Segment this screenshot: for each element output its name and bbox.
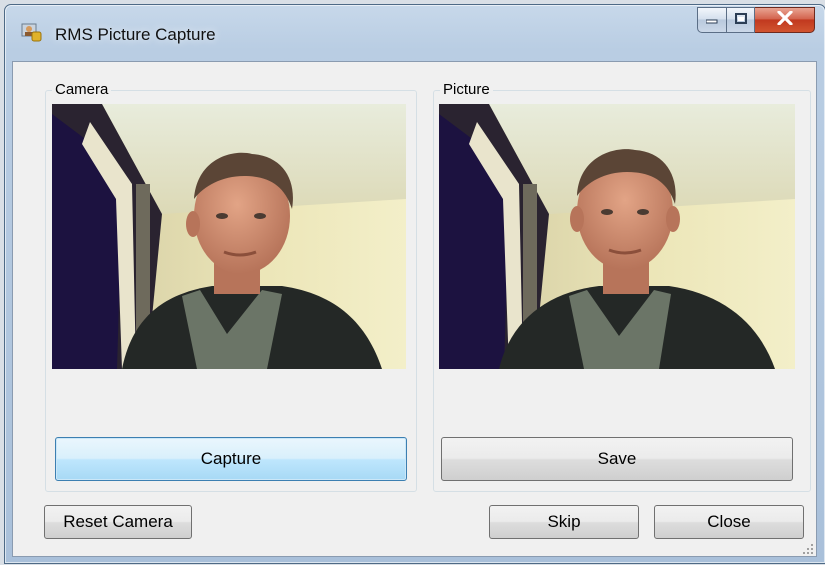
client-area: Camera Capture Picture Save Reset Camera… <box>12 61 817 557</box>
capture-button[interactable]: Capture <box>55 437 407 481</box>
reset-camera-button[interactable]: Reset Camera <box>44 505 192 539</box>
close-button[interactable]: Close <box>654 505 804 539</box>
window-title: RMS Picture Capture <box>55 25 216 44</box>
minimize-icon <box>705 11 718 29</box>
maximize-button[interactable] <box>727 7 755 33</box>
camera-person-icon <box>21 21 43 43</box>
captured-picture <box>439 104 795 369</box>
picture-group-label: Picture <box>440 82 493 98</box>
resize-grip-icon[interactable] <box>802 542 814 554</box>
camera-feed <box>52 104 406 369</box>
skip-button[interactable]: Skip <box>489 505 639 539</box>
close-icon <box>776 9 793 30</box>
save-button[interactable]: Save <box>441 437 793 481</box>
minimize-button[interactable] <box>697 7 727 33</box>
camera-group-label: Camera <box>52 82 112 98</box>
app-window: RMS Picture Capture Camera Capture Pictu… <box>4 4 825 564</box>
title-bar[interactable]: RMS Picture Capture <box>5 5 825 55</box>
close-window-button[interactable] <box>755 7 815 33</box>
maximize-icon <box>734 11 747 29</box>
